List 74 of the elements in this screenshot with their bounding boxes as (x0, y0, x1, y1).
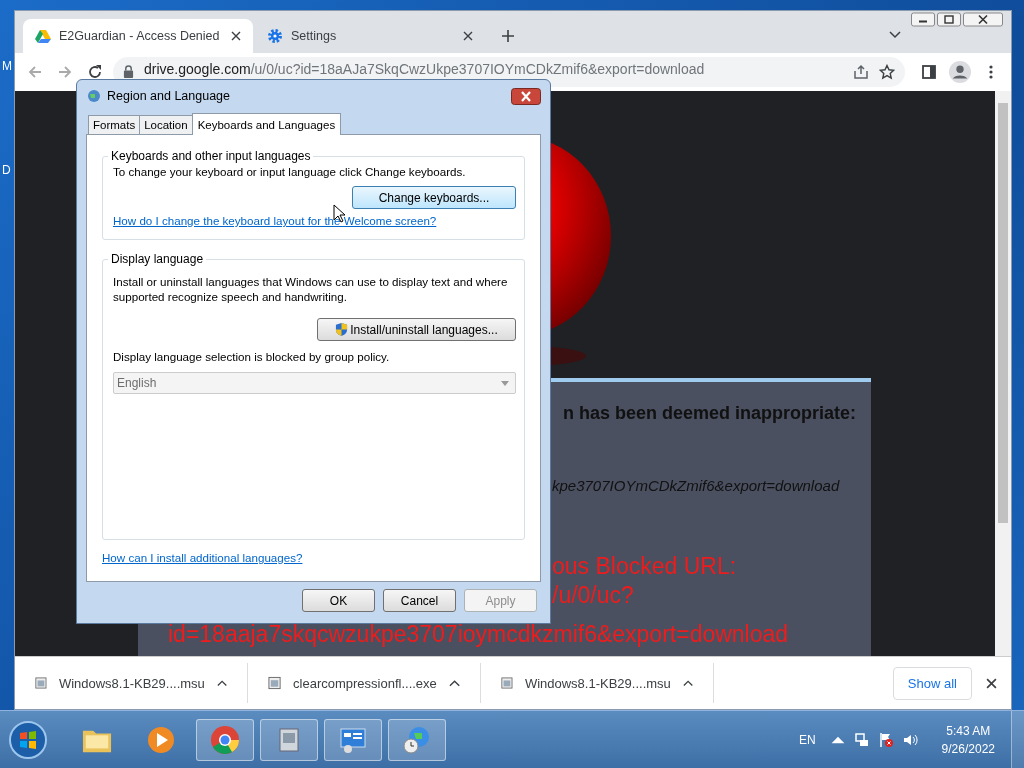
dialog-button[interactable]: OK (302, 589, 375, 612)
chrome-icon (210, 724, 240, 755)
taskbar-item[interactable] (260, 718, 318, 761)
file-icon (501, 676, 513, 691)
lock-icon (123, 65, 134, 79)
media-player-icon (146, 724, 176, 755)
dialog-tab[interactable]: Keyboards and Languages (191, 113, 342, 135)
chevron-up-icon[interactable] (448, 679, 460, 688)
drive-icon (35, 27, 51, 44)
dialog-button[interactable]: Cancel (383, 589, 456, 612)
help-link[interactable]: How can I install additional languages? (102, 551, 525, 564)
clock[interactable]: 5:43 AM 9/26/2022 (941, 723, 995, 756)
desktop-icon-label: M (2, 59, 12, 73)
shield-icon (335, 322, 349, 337)
gear-icon (267, 27, 283, 44)
network-icon[interactable] (853, 731, 870, 748)
policy-text: Display language selection is blocked by group policy. (113, 349, 391, 364)
help-link[interactable]: How do I change the keyboard layout for the Welcome screen? (113, 214, 516, 227)
file-icon (268, 676, 282, 691)
message-heading: n has been deemed inappropriate: (563, 402, 858, 424)
globe-icon (86, 88, 102, 104)
install-languages-button[interactable]: Install/uninstall languages... (317, 318, 516, 341)
group-title: Keyboards and other input languages (110, 149, 312, 163)
blocked-text: ous Blocked URL: (552, 551, 738, 581)
dialog-tab[interactable]: Formats (88, 115, 141, 134)
taskbar-item[interactable] (388, 718, 446, 761)
close-icon[interactable] (231, 30, 241, 41)
blocked-text: id=18aaja7skqcwzukpe3707ioymcdkzmif6&export=download (168, 619, 790, 649)
close-icon[interactable] (986, 677, 997, 689)
scrollbar-thumb[interactable] (998, 102, 1008, 523)
dropdown-arrow-icon (501, 380, 509, 386)
tab-title: E2Guardian - Access Denied (59, 28, 221, 43)
file-name: Windows8.1-KB29....msu (58, 675, 205, 691)
url-text: drive.google.com/u/0/uc?id=18aAJa7SkqCwzUkpe3707IOYmCDkZmif6&export=download (144, 62, 706, 78)
blocked-text: /u/0/uc? (552, 580, 635, 610)
group-title: Display language (110, 252, 205, 266)
share-icon[interactable] (853, 63, 869, 80)
file-name: clearcompressionfl....exe (293, 675, 437, 691)
close-icon[interactable] (963, 12, 1003, 27)
close-icon[interactable] (463, 30, 473, 41)
scrollbar[interactable] (995, 90, 1011, 657)
file-name: Windows8.1-KB29....msu (524, 675, 671, 691)
globe-clock-icon (402, 724, 432, 755)
file-icon (35, 676, 47, 691)
chevron-down-icon[interactable] (889, 31, 901, 39)
browser-tab[interactable]: Settings (255, 18, 485, 53)
taskbar-item[interactable] (196, 718, 254, 761)
start-button[interactable] (8, 719, 48, 760)
window-title: Region and Language (107, 89, 232, 103)
desktop-icon-label: D (2, 163, 11, 177)
maximize-icon[interactable] (937, 12, 961, 27)
show-all-button[interactable]: Show all (892, 666, 972, 700)
dialog-tab[interactable]: Location (139, 115, 193, 134)
description-text: To change your keyboard or input language click Change keyboards. (113, 165, 467, 178)
tab-title: Settings (291, 28, 338, 43)
download-item[interactable]: clearcompressionfl....exe (248, 663, 481, 704)
url-text: kpe3707IOYmCDkZmif6&export=download (552, 476, 841, 494)
clock-date: 9/26/2022 (941, 741, 995, 756)
description-text: Install or uninstall languages that Windows can use to display text and where supported recognize speech and handwriting. (113, 274, 509, 304)
download-item[interactable]: Windows8.1-KB29....msu (15, 663, 248, 704)
close-icon[interactable] (511, 87, 541, 105)
change-keyboards-button[interactable]: Change keyboards... (352, 186, 516, 209)
profile-icon[interactable] (947, 58, 973, 85)
chevron-up-icon[interactable] (682, 679, 693, 688)
browser-tab[interactable]: E2Guardian - Access Denied (23, 18, 253, 53)
language-indicator[interactable]: EN (798, 732, 816, 747)
taskbar-item[interactable] (324, 718, 382, 761)
clock-time: 5:43 AM (946, 723, 991, 738)
download-item[interactable]: Windows8.1-KB29....msu (481, 663, 714, 704)
flag-icon[interactable] (877, 731, 894, 748)
new-tab-icon[interactable] (501, 28, 515, 43)
minimize-icon[interactable] (911, 12, 935, 27)
star-icon[interactable] (879, 63, 895, 80)
chevron-up-icon[interactable] (216, 679, 227, 688)
